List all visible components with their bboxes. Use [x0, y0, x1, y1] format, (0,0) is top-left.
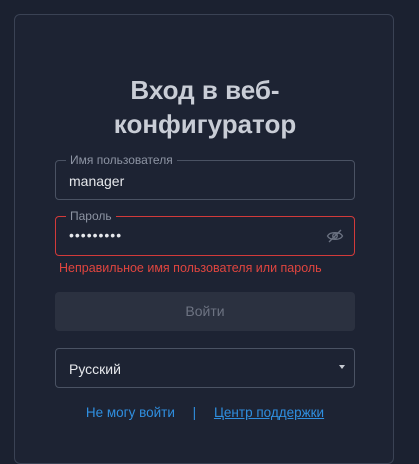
chevron-down-icon [339, 365, 345, 369]
username-field[interactable]: Имя пользователя manager [55, 153, 355, 200]
help-links: Не могу войти | Центр поддержки [15, 404, 395, 422]
login-card: Вход в веб- конфигуратор Имя пользовател… [14, 14, 394, 464]
login-error-message: Неправильное имя пользователя или пароль [59, 261, 322, 275]
cant-login-link[interactable]: Не могу войти [86, 405, 175, 420]
language-select[interactable]: Русский [55, 348, 355, 388]
support-center-link[interactable]: Центр поддержки [214, 405, 324, 420]
password-value[interactable]: ••••••••• [69, 226, 122, 244]
username-label: Имя пользователя [66, 153, 177, 167]
password-field[interactable]: Пароль ••••••••• [55, 209, 355, 256]
title-line-2: конфигуратор [113, 109, 297, 139]
link-separator: | [192, 405, 197, 420]
title-line-1: Вход в веб- [130, 75, 280, 105]
username-value[interactable]: manager [69, 172, 124, 190]
login-button[interactable]: Войти [55, 292, 355, 331]
language-value: Русский [69, 361, 121, 377]
page-title: Вход в веб- конфигуратор [15, 73, 395, 141]
password-label: Пароль [66, 209, 116, 223]
eye-slash-icon[interactable] [326, 227, 344, 245]
